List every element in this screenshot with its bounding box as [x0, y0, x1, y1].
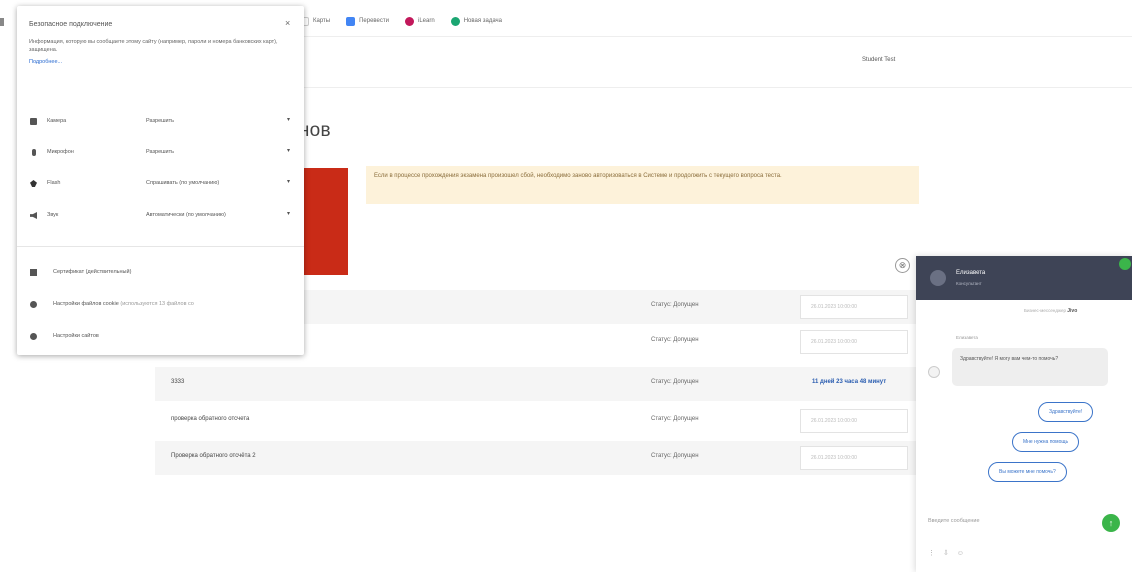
permission-sound: Звук Автоматически (по умолчанию) ▾: [17, 204, 304, 228]
bookmark-label: Новая задача: [463, 18, 502, 24]
permission-value: Автоматически (по умолчанию): [146, 212, 226, 218]
popup-title: Безопасное подключение: [29, 21, 113, 28]
permission-value: Спрашивать (по умолчанию): [146, 180, 220, 186]
cookie-icon: [30, 301, 37, 308]
permission-microphone: Микрофон Разрешить ▾: [17, 141, 304, 165]
exam-status: Статус: Допущен: [651, 416, 699, 422]
bookmark-label: Карты: [313, 18, 331, 24]
flash-select[interactable]: Спрашивать (по умолчанию) ▾: [134, 174, 304, 194]
close-icon[interactable]: ⊗: [895, 258, 910, 273]
exam-date: 26.01.2023 10:00:00: [800, 446, 908, 470]
operator-name: Елизавета: [956, 270, 986, 276]
sound-select[interactable]: Автоматически (по умолчанию) ▾: [134, 206, 304, 226]
task-icon: [450, 16, 460, 26]
exam-countdown: 11 дней 23 часа 48 минут: [812, 379, 887, 385]
page-header: [300, 36, 1132, 88]
certificate-label: Сертификат (действительный): [53, 269, 132, 275]
camera-icon: [30, 118, 37, 125]
exam-status: Статус: Допущен: [651, 453, 699, 459]
flash-icon: [30, 180, 37, 187]
warning-alert: Если в процессе прохождения экзамена про…: [366, 166, 919, 204]
quick-reply-need-help[interactable]: Мне нужна помощь: [1012, 432, 1080, 452]
divider: [17, 246, 304, 247]
quick-reply-hello[interactable]: Здравствуйте!: [1038, 402, 1094, 422]
gear-icon: [30, 333, 37, 340]
cookies-label: Настройки файлов cookie (используются 13…: [53, 301, 194, 307]
camera-select[interactable]: Разрешить ▾: [134, 112, 304, 132]
table-row[interactable]: проверка обратного отсчета Статус: Допущ…: [155, 404, 917, 438]
microphone-icon: [32, 149, 36, 156]
exam-name: 3333: [171, 379, 185, 385]
powered-by-brand: Jivo: [1067, 308, 1078, 314]
quick-reply-can-you-help[interactable]: Вы можете мне помочь?: [988, 462, 1067, 482]
popup-description: Информация, которую вы сообщаете этому с…: [29, 39, 278, 53]
permission-value: Разрешить: [146, 149, 174, 155]
student-name[interactable]: Student Test: [862, 57, 895, 63]
online-indicator: [1119, 258, 1131, 270]
table-row[interactable]: Проверка обратного отсчёта 2 Статус: Доп…: [155, 441, 917, 475]
site-settings-link[interactable]: Настройки сайтов: [17, 326, 304, 348]
powered-by[interactable]: Бизнес-мессенджер Jivo: [1024, 308, 1077, 314]
operator-role: Консультант: [956, 281, 982, 286]
permission-flash: Flash Спрашивать (по умолчанию) ▾: [17, 172, 304, 196]
close-icon[interactable]: ×: [285, 18, 290, 28]
bookmark-ilearn[interactable]: iLearn: [405, 16, 435, 26]
chat-tools[interactable]: ⋮ ⇩ ☺: [928, 549, 967, 557]
more-link[interactable]: Подробнее...: [29, 59, 62, 65]
bookmark-label: iLearn: [418, 18, 435, 24]
exam-status: Статус: Допущен: [651, 379, 699, 385]
sound-icon: [30, 212, 37, 219]
exam-date: 26.01.2023 10:00:00: [800, 409, 908, 433]
microphone-select[interactable]: Разрешить ▾: [134, 143, 304, 163]
bot-avatar: [928, 366, 940, 378]
bookmark-new-task[interactable]: Новая задача: [450, 16, 502, 26]
permission-camera: Камера Разрешить ▾: [17, 110, 304, 134]
bookmark-translate[interactable]: Перевести: [346, 16, 389, 26]
send-icon[interactable]: ↑: [1102, 514, 1120, 532]
cookies-count: (используются 13 файлов co: [120, 301, 194, 307]
message-author: Елизавета: [956, 335, 978, 340]
chevron-down-icon: ▾: [286, 117, 290, 123]
bookmark-label: Перевести: [359, 18, 389, 24]
avatar: [930, 270, 946, 286]
chat-message: Здравствуйте! Я могу вам чем-то помочь?: [952, 348, 1108, 386]
exam-name: Проверка обратного отсчёта 2: [171, 453, 256, 459]
exam-status: Статус: Допущен: [651, 302, 699, 308]
table-row[interactable]: 3333 Статус: Допущен 11 дней 23 часа 48 …: [155, 367, 917, 401]
chat-widget: Елизавета Консультант Бизнес-мессенджер …: [916, 256, 1132, 572]
exam-date: 26.01.2023 10:00:00: [800, 295, 908, 319]
permission-label: Звук: [47, 212, 59, 218]
cookies-text: Настройки файлов cookie: [53, 301, 119, 307]
chevron-down-icon: ▾: [286, 211, 290, 217]
certificate-icon: [30, 269, 37, 276]
exam-name: проверка обратного отсчета: [171, 416, 250, 422]
bookmark-maps[interactable]: Карты: [300, 16, 331, 26]
certificate-link[interactable]: Сертификат (действительный): [17, 262, 304, 284]
permission-label: Камера: [47, 118, 67, 124]
cookies-link[interactable]: Настройки файлов cookie (используются 13…: [17, 294, 304, 316]
chat-input[interactable]: Введите сообщение: [928, 518, 980, 524]
exam-status: Статус: Допущен: [651, 337, 699, 343]
exam-date: 26.01.2023 10:00:00: [800, 330, 908, 354]
chat-header[interactable]: Елизавета Консультант: [916, 256, 1132, 300]
powered-by-text: Бизнес-мессенджер: [1024, 308, 1066, 313]
site-info-popup: Безопасное подключение × Информация, кот…: [17, 6, 304, 355]
chevron-down-icon: ▾: [286, 148, 290, 154]
site-settings-label: Настройки сайтов: [53, 333, 99, 339]
chevron-down-icon: ▾: [286, 179, 290, 185]
ilearn-icon: [405, 16, 414, 26]
permission-value: Разрешить: [146, 118, 174, 124]
permission-label: Микрофон: [47, 149, 74, 155]
translate-icon: [346, 16, 356, 26]
permission-label: Flash: [47, 180, 61, 186]
